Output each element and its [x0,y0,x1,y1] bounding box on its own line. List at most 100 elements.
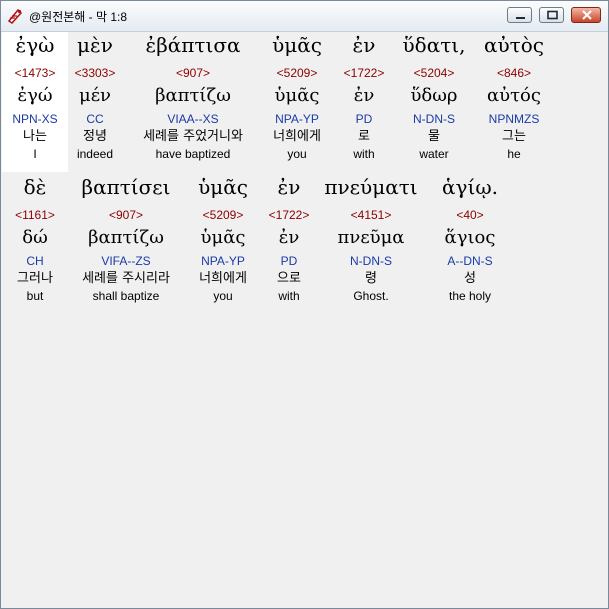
english-gloss: Ghost. [353,289,389,303]
korean-gloss: 으로 [277,271,301,286]
korean-gloss: 너희에게 [199,271,247,286]
strongs-number[interactable]: <4151> [320,205,422,225]
greek-word: ἐν [352,33,376,57]
korean-gloss: 그러나 [17,271,53,286]
greek-word: ἐν [277,175,301,199]
greek-word: ὑμᾶς [198,175,248,199]
lemma: πνεῦμα [337,227,405,248]
strongs-number[interactable]: <846> [476,63,552,83]
maximize-button[interactable] [539,7,564,23]
interlinear-panel: ἐγὼ <1473> ἐγώ NPN-XS 나는 I μὲν <3303> μέ… [2,32,607,607]
strongs-number[interactable]: <3303> [64,63,126,83]
lemma: ἐν [278,227,300,248]
lemma: βαπτίζω [155,85,231,106]
morphology-code: NPN-XS [12,112,58,126]
korean-gloss: 로 [358,129,370,144]
morphology-code: PD [355,112,373,126]
lemma: αὐτός [487,85,541,106]
morphology-code: N-DN-S [413,112,455,126]
strongs-number[interactable]: <1161> [4,205,66,225]
greek-word: ἐγὼ [15,33,55,57]
morphology-code: NPA-YP [201,254,245,268]
greek-word: βαπτίσει [81,175,171,199]
english-gloss: I [33,147,37,161]
morphology-code: A--DN-S [447,254,493,268]
korean-gloss: 정녕 [83,129,107,144]
lemma: ἐγώ [17,85,53,106]
greek-word: ἐβάπτισα [145,33,241,57]
window-title: @원전본해 - 막 1:8 [29,10,128,24]
english-gloss: water [419,147,449,161]
word-column[interactable]: ὕδατι, <5204> ὕδωρ N-DN-S 물 water [398,32,470,162]
lemma: βαπτίζω [88,227,164,248]
morphology-code: NPNMZS [488,112,540,126]
greek-word: ἁγίῳ. [442,175,498,199]
greek-word: μὲν [77,33,113,57]
english-gloss: with [278,289,300,303]
lemma: ἐν [353,85,375,106]
strongs-number[interactable]: <907> [68,205,184,225]
english-gloss: you [287,147,307,161]
strongs-number[interactable]: <907> [128,63,258,83]
lemma: ὑμᾶς [200,227,246,248]
morphology-code: VIAA--XS [167,112,219,126]
close-icon [582,10,592,20]
english-gloss: have baptized [155,147,231,161]
word-column[interactable]: πνεύματι <4151> πνεῦμα N-DN-S 령 Ghost. [320,174,422,304]
morphology-code: N-DN-S [350,254,392,268]
lemma: δώ [22,227,48,248]
strongs-number[interactable]: <40> [430,205,510,225]
korean-gloss: 나는 [23,129,47,144]
word-column[interactable]: ἐγὼ <1473> ἐγώ NPN-XS 나는 I [4,32,66,162]
english-gloss: he [507,147,521,161]
greek-word: ὕδατι, [402,33,466,57]
greek-word: ὑμᾶς [272,33,322,57]
word-column[interactable]: δὲ <1161> δώ CH 그러나 but [4,174,66,304]
korean-gloss: 세례를 주시리라 [82,271,170,286]
lemma: ὕδωρ [410,85,458,106]
minimize-icon [516,17,525,19]
word-column[interactable]: ἐβάπτισα <907> βαπτίζω VIAA--XS 세례를 주었거니… [128,32,258,162]
morphology-code: PD [280,254,298,268]
korean-gloss: 령 [365,271,377,286]
morphology-code: CC [86,112,104,126]
morphology-code: NPA-YP [275,112,319,126]
close-button[interactable] [571,7,601,23]
korean-gloss: 성 [464,271,476,286]
strongs-number[interactable]: <5209> [188,205,258,225]
title-bar[interactable]: @원전본해 - 막 1:8 [1,1,608,32]
english-gloss: but [26,289,44,303]
word-column[interactable]: ὑμᾶς <5209> ὑμᾶς NPA-YP 너희에게 you [188,174,258,304]
english-gloss: with [353,147,375,161]
strongs-number[interactable]: <1722> [260,205,318,225]
lemma: ἅγιος [444,227,496,248]
english-gloss: shall baptize [92,289,160,303]
morphology-code: VIFA--ZS [101,254,151,268]
morphology-code: CH [26,254,44,268]
strongs-number[interactable]: <1722> [336,63,392,83]
korean-gloss: 그는 [502,129,526,144]
strongs-number[interactable]: <1473> [4,63,66,83]
english-gloss: indeed [76,147,114,161]
korean-gloss: 물 [428,129,440,144]
word-column[interactable]: ἐν <1722> ἐν PD 로 with [336,32,392,162]
maximize-icon [547,10,558,20]
korean-gloss: 너희에게 [273,129,321,144]
lemma: μέν [79,85,111,106]
word-column[interactable]: βαπτίσει <907> βαπτίζω VIFA--ZS 세례를 주시리라… [68,174,184,304]
app-window: @원전본해 - 막 1:8 ἐγὼ <1473> ἐγώ NPN-XS 나는 I… [0,0,609,609]
korean-gloss: 세례를 주었거니와 [143,129,243,144]
strongs-number[interactable]: <5204> [398,63,470,83]
word-column[interactable]: μὲν <3303> μέν CC 정녕 indeed [64,32,126,162]
greek-word: αὐτὸς [484,33,544,57]
strongs-number[interactable]: <5209> [262,63,332,83]
english-gloss: the holy [448,289,492,303]
greek-word: πνεύματι [324,175,418,199]
bible-icon[interactable] [6,7,24,25]
word-column[interactable]: αὐτὸς <846> αὐτός NPNMZS 그는 he [476,32,552,162]
word-column[interactable]: ὑμᾶς <5209> ὑμᾶς NPA-YP 너희에게 you [262,32,332,162]
minimize-button[interactable] [507,7,532,23]
lemma: ὑμᾶς [274,85,320,106]
word-column[interactable]: ἐν <1722> ἐν PD 으로 with [260,174,318,304]
word-column[interactable]: ἁγίῳ. <40> ἅγιος A--DN-S 성 the holy [430,174,510,304]
